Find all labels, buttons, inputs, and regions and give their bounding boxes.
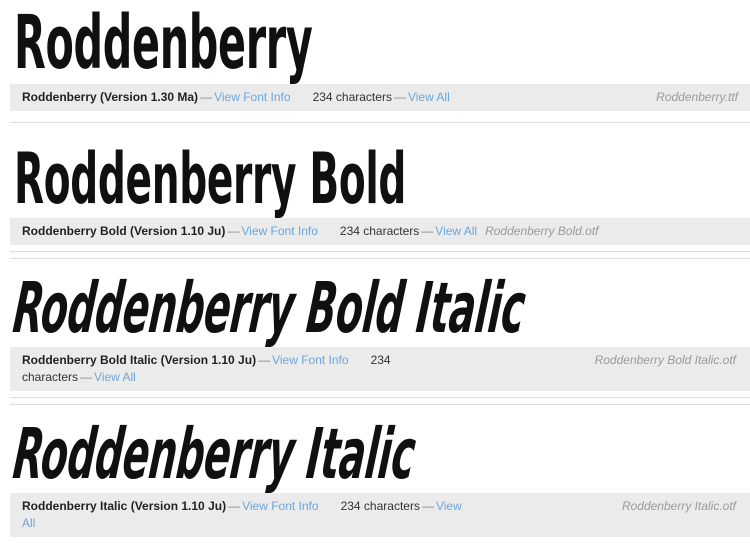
view-font-info-link[interactable]: View Font Info xyxy=(214,90,291,104)
character-count: 234 characters xyxy=(339,224,420,238)
font-specimen-text: Roddenberry xyxy=(14,0,313,84)
font-filename: Roddenberry Bold.otf xyxy=(485,224,599,238)
font-info-bar: Roddenberry Bold (Version 1.10 Ju) — View … xyxy=(10,218,750,245)
font-specimen-preview: Roddenberry Bold Italic xyxy=(0,259,750,347)
font-list: Roddenberry Roddenberry (Version 1.30 Ma… xyxy=(0,0,750,537)
separator-dash: — xyxy=(80,370,93,384)
view-link[interactable]: View xyxy=(436,499,462,513)
font-specimen-text: Roddenberry Bold Italic xyxy=(9,267,529,347)
font-info-bar: Roddenberry (Version 1.30 Ma) — View Font … xyxy=(10,84,750,111)
separator-dash: — xyxy=(421,224,434,238)
view-all-link[interactable]: View All xyxy=(435,224,477,238)
view-font-info-link[interactable]: View Font Info xyxy=(272,353,349,367)
font-entry: Roddenberry Italic Roddenberry Italic.ot… xyxy=(0,405,750,537)
font-specimen-text: Roddenberry Bold xyxy=(14,138,407,218)
separator-dash: — xyxy=(393,90,406,104)
separator-dash: — xyxy=(421,499,434,513)
view-all-link[interactable]: View All xyxy=(94,370,136,384)
character-count: 234 characters xyxy=(312,90,392,104)
font-name-version: Roddenberry Italic (Version 1.10 Ju) xyxy=(22,499,227,513)
font-name-version: Roddenberry Bold (Version 1.10 Ju) xyxy=(22,224,226,238)
font-name-version: Roddenberry Bold Italic (Version 1.10 Ju… xyxy=(22,353,257,367)
font-filename: Roddenberry.ttf xyxy=(656,90,738,104)
font-specimen-preview: Roddenberry xyxy=(0,0,750,84)
font-specimen-preview: Roddenberry Italic xyxy=(0,405,750,493)
font-filename: Roddenberry Italic.otf xyxy=(621,499,736,513)
font-entry: Roddenberry Roddenberry (Version 1.30 Ma… xyxy=(0,0,750,111)
font-specimen-preview: Roddenberry Bold xyxy=(0,132,750,218)
font-filename: Roddenberry Bold Italic.otf xyxy=(594,353,736,367)
separator-dash: — xyxy=(228,499,241,513)
font-specimen-text: Roddenberry Italic xyxy=(9,413,419,493)
separator-dash: — xyxy=(258,353,271,367)
view-font-info-link[interactable]: View Font Info xyxy=(242,499,319,513)
all-link[interactable]: All xyxy=(22,516,35,530)
font-entry: Roddenberry Bold Roddenberry Bold (Versi… xyxy=(0,132,750,245)
separator-dash: — xyxy=(200,90,213,104)
font-name-version: Roddenberry (Version 1.30 Ma) xyxy=(22,90,199,104)
font-info-bar: Roddenberry Italic.otf Roddenberry Itali… xyxy=(10,493,750,537)
separator-dash: — xyxy=(227,224,240,238)
font-info-bar: Roddenberry Bold Italic.otf Roddenberry … xyxy=(10,347,750,391)
character-count-number: 234 xyxy=(370,353,391,367)
view-font-info-link[interactable]: View Font Info xyxy=(241,224,318,238)
character-count-label: characters xyxy=(22,370,79,384)
character-count: 234 characters xyxy=(340,499,420,513)
view-all-link[interactable]: View All xyxy=(408,90,450,104)
font-entry: Roddenberry Bold Italic Roddenberry Bold… xyxy=(0,259,750,391)
